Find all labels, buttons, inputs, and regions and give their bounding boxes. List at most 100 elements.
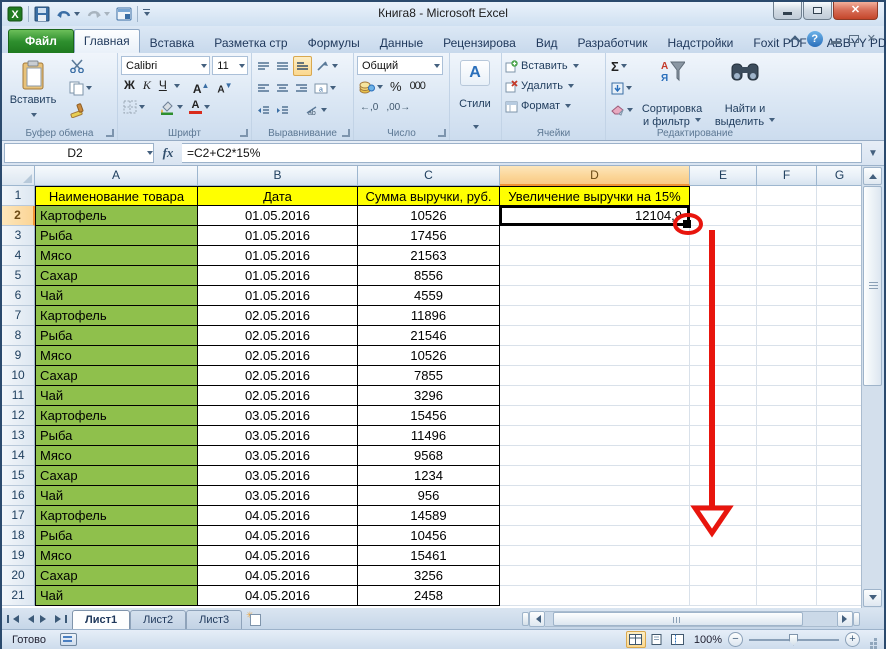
cell[interactable] — [500, 446, 690, 466]
cell[interactable] — [757, 546, 817, 566]
scroll-split-handle[interactable] — [853, 612, 860, 626]
cell[interactable] — [690, 266, 757, 286]
date-cell[interactable]: 02.05.2016 — [198, 366, 358, 386]
date-cell[interactable]: 03.05.2016 — [198, 406, 358, 426]
date-cell[interactable]: 01.05.2016 — [198, 266, 358, 286]
product-cell[interactable]: Сахар — [35, 266, 198, 286]
page-break-view-button[interactable] — [668, 631, 688, 648]
cell[interactable] — [757, 326, 817, 346]
cell[interactable] — [690, 286, 757, 306]
last-sheet-button[interactable] — [53, 611, 68, 627]
date-cell[interactable]: 01.05.2016 — [198, 246, 358, 266]
select-all-corner[interactable] — [2, 166, 35, 186]
cell[interactable] — [500, 466, 690, 486]
revenue-cell[interactable]: 3256 — [358, 566, 500, 586]
row-header-9[interactable]: 9 — [2, 346, 35, 366]
cell[interactable] — [757, 266, 817, 286]
cell[interactable] — [817, 326, 863, 346]
cell[interactable] — [690, 586, 757, 606]
fill-button[interactable] — [609, 78, 635, 98]
font-family-select[interactable]: Calibri — [121, 56, 210, 75]
revenue-cell[interactable]: 14589 — [358, 506, 500, 526]
cell[interactable] — [500, 286, 690, 306]
cell[interactable] — [500, 346, 690, 366]
tab-1[interactable]: Главная — [74, 29, 140, 53]
zoom-out-button[interactable]: − — [728, 632, 743, 647]
cell[interactable] — [757, 406, 817, 426]
product-cell[interactable]: Картофель — [35, 206, 198, 226]
doc-minimize-icon[interactable] — [831, 41, 841, 44]
help-icon[interactable]: ? — [807, 31, 823, 47]
cell[interactable] — [757, 366, 817, 386]
find-select-button[interactable]: Найти ивыделить — [709, 56, 781, 132]
date-cell[interactable]: 04.05.2016 — [198, 506, 358, 526]
cell[interactable] — [757, 386, 817, 406]
row-header-13[interactable]: 13 — [2, 426, 35, 446]
cell[interactable] — [817, 526, 863, 546]
increase-decimal-button[interactable]: ←,0 — [357, 99, 381, 117]
cell[interactable] — [500, 546, 690, 566]
product-cell[interactable]: Рыба — [35, 426, 198, 446]
cell[interactable] — [690, 526, 757, 546]
normal-view-button[interactable] — [626, 631, 646, 648]
product-cell[interactable]: Сахар — [35, 566, 198, 586]
first-sheet-button[interactable] — [5, 611, 20, 627]
clipboard-dialog-launcher[interactable] — [106, 129, 114, 137]
product-cell[interactable]: Сахар — [35, 466, 198, 486]
format-painter-button[interactable] — [67, 100, 94, 120]
row-header-2[interactable]: 2 — [2, 206, 35, 226]
row-header-21[interactable]: 21 — [2, 586, 35, 606]
format-cells-button[interactable]: Формат — [505, 96, 602, 116]
currency-button[interactable] — [357, 77, 385, 97]
date-cell[interactable]: 03.05.2016 — [198, 426, 358, 446]
cell[interactable] — [500, 586, 690, 606]
cell[interactable] — [817, 286, 863, 306]
autosum-button[interactable]: Σ — [609, 56, 635, 76]
cell[interactable] — [817, 306, 863, 326]
cell[interactable] — [817, 566, 863, 586]
row-header-12[interactable]: 12 — [2, 406, 35, 426]
zoom-level[interactable]: 100% — [694, 634, 722, 646]
tab-3[interactable]: Разметка стр — [204, 31, 297, 53]
row-header-8[interactable]: 8 — [2, 326, 35, 346]
revenue-cell[interactable]: 2458 — [358, 586, 500, 606]
shrink-font-button[interactable]: А▼ — [214, 77, 235, 95]
prev-sheet-button[interactable] — [21, 611, 36, 627]
cell[interactable] — [500, 486, 690, 506]
cell[interactable] — [817, 206, 863, 226]
cell[interactable] — [817, 506, 863, 526]
cell[interactable] — [817, 426, 863, 446]
doc-close-icon[interactable]: ✕ — [867, 34, 876, 45]
number-dialog-launcher[interactable] — [438, 129, 446, 137]
revenue-cell[interactable]: 956 — [358, 486, 500, 506]
minimize-button[interactable] — [773, 2, 802, 20]
cell[interactable] — [690, 346, 757, 366]
cell[interactable] — [500, 246, 690, 266]
header-cell[interactable]: Увеличение выручки на 15% — [500, 186, 690, 206]
cell[interactable] — [690, 466, 757, 486]
cell[interactable] — [500, 306, 690, 326]
tab-6[interactable]: Рецензирова — [433, 31, 526, 53]
row-header-4[interactable]: 4 — [2, 246, 35, 266]
cell[interactable] — [690, 206, 757, 226]
cell[interactable] — [690, 546, 757, 566]
tab-9[interactable]: Надстройки — [658, 31, 744, 53]
zoom-in-button[interactable]: + — [845, 632, 860, 647]
product-cell[interactable]: Мясо — [35, 446, 198, 466]
cell[interactable] — [690, 186, 757, 206]
collapse-ribbon-icon[interactable] — [789, 35, 800, 46]
scroll-up-icon[interactable] — [863, 167, 882, 185]
date-cell[interactable]: 01.05.2016 — [198, 226, 358, 246]
date-cell[interactable]: 03.05.2016 — [198, 486, 358, 506]
product-cell[interactable]: Мясо — [35, 246, 198, 266]
align-center-button[interactable] — [274, 78, 291, 98]
cell[interactable] — [817, 446, 863, 466]
expand-formula-bar-icon[interactable]: ▼ — [862, 148, 884, 159]
date-cell[interactable]: 04.05.2016 — [198, 546, 358, 566]
sheet-tab-Лист1[interactable]: Лист1 — [72, 610, 130, 629]
cell[interactable] — [690, 486, 757, 506]
sheet-tab-Лист3[interactable]: Лист3 — [186, 610, 242, 629]
cell[interactable] — [500, 266, 690, 286]
product-cell[interactable]: Рыба — [35, 526, 198, 546]
merge-center-button[interactable]: a — [312, 78, 338, 98]
